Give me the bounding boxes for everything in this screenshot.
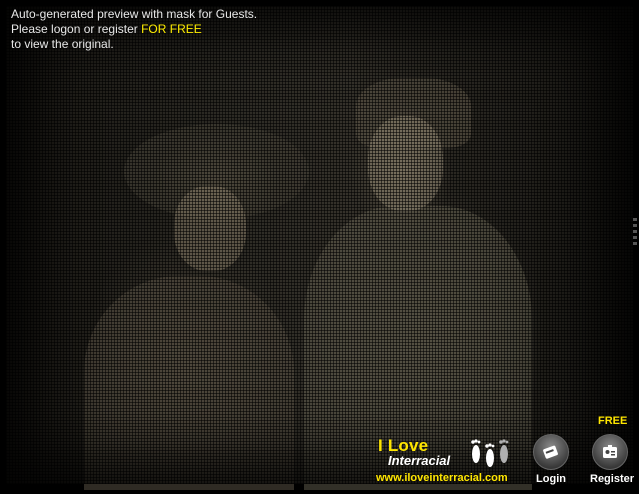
- masked-preview-image[interactable]: [6, 6, 633, 490]
- login-card-icon: [533, 434, 569, 470]
- brand-subtitle: Interracial: [388, 453, 451, 468]
- footprints-icon: [471, 439, 509, 467]
- preview-stage: Auto-generated preview with mask for Gue…: [0, 0, 639, 494]
- vignette-overlay: [6, 6, 633, 484]
- register-label: Register: [590, 473, 635, 485]
- guest-notice: Auto-generated preview with mask for Gue…: [11, 7, 257, 52]
- notice-free-highlight[interactable]: FOR FREE: [141, 22, 202, 36]
- notice-line-3: to view the original.: [11, 37, 114, 51]
- notice-line-2: Please logon or register FOR FREE: [11, 22, 257, 37]
- brand-logo[interactable]: I Love Interracial www.iloveinterracial.…: [376, 436, 526, 488]
- register-free-badge: FREE: [598, 415, 628, 427]
- register-button[interactable]: Register: [590, 434, 635, 490]
- brand-url[interactable]: www.iloveinterracial.com: [376, 472, 508, 484]
- notice-line-1: Auto-generated preview with mask for Gue…: [11, 7, 258, 21]
- register-id-icon: [592, 434, 628, 470]
- notice-line-2-prefix: Please logon or register: [11, 22, 142, 36]
- login-label: Login: [536, 473, 566, 485]
- login-button[interactable]: Login: [531, 434, 571, 490]
- edge-marker: [633, 215, 637, 245]
